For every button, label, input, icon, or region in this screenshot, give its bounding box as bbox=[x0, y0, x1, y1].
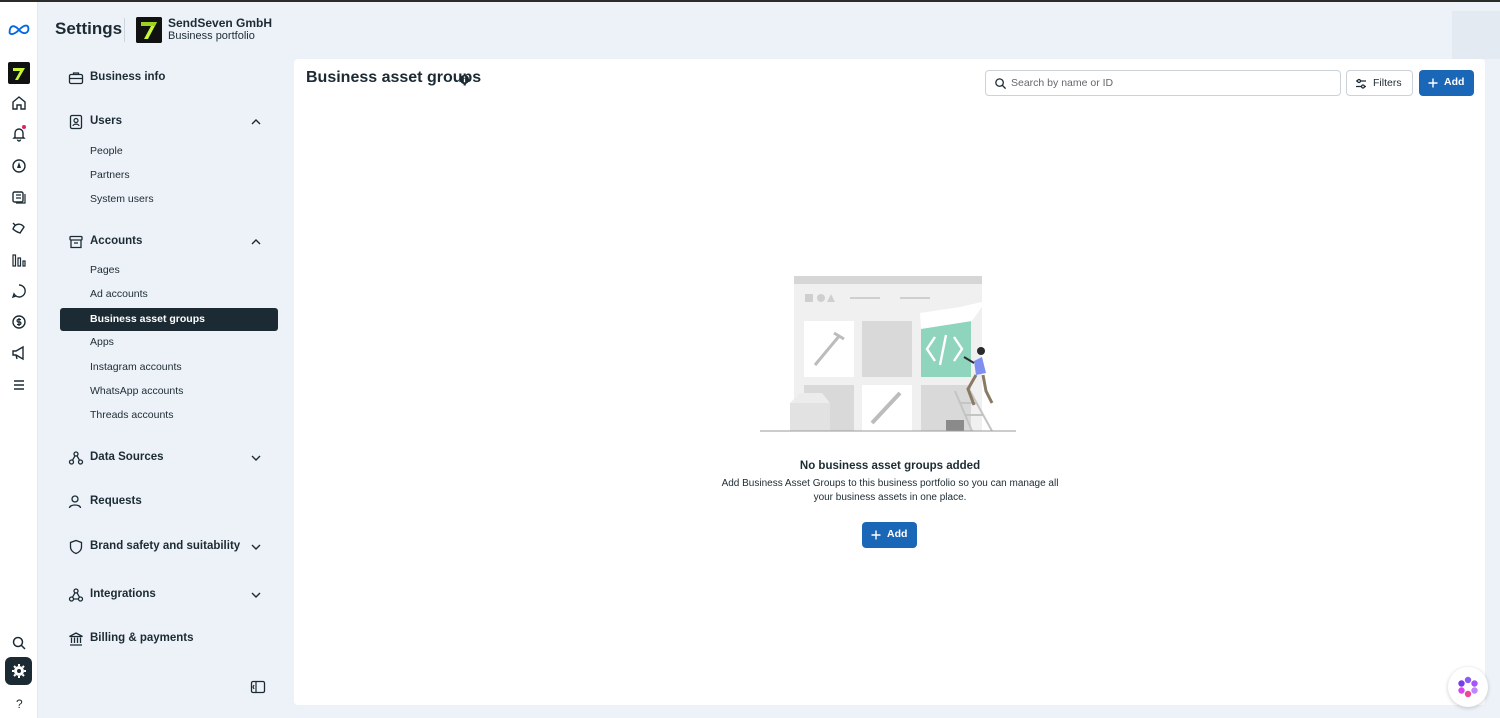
nav-item-label: Apps bbox=[90, 336, 114, 348]
settings-icon[interactable] bbox=[5, 657, 32, 685]
nav-item-label: WhatsApp accounts bbox=[90, 385, 184, 397]
pages-icon[interactable] bbox=[6, 184, 32, 210]
nav-item-ad-accounts[interactable]: Ad accounts bbox=[60, 283, 278, 306]
nav-item-instagram-accounts[interactable]: Instagram accounts bbox=[60, 356, 278, 379]
business-subtitle: Business portfolio bbox=[168, 30, 255, 42]
nav-data-sources[interactable]: Data Sources bbox=[60, 444, 278, 472]
nav-item-label: Threads accounts bbox=[90, 409, 174, 421]
notification-dot bbox=[22, 125, 26, 129]
search-field[interactable] bbox=[985, 70, 1341, 96]
add-label: Add bbox=[887, 528, 908, 540]
business-name[interactable]: SendSeven GmbH bbox=[168, 16, 272, 30]
nav-billing[interactable]: Billing & payments bbox=[60, 625, 278, 653]
nav-label: Billing & payments bbox=[90, 632, 194, 644]
billing-icon[interactable] bbox=[6, 309, 32, 335]
nav-label: Integrations bbox=[90, 588, 156, 600]
empty-state-description: Add Business Asset Groups to this busine… bbox=[721, 478, 1059, 503]
chevron-up-icon bbox=[251, 239, 261, 245]
assistant-button[interactable] bbox=[1448, 667, 1488, 707]
nav-item-people[interactable]: People bbox=[60, 140, 278, 163]
empty-state-illustration bbox=[760, 276, 1016, 432]
nav-item-label: Instagram accounts bbox=[90, 361, 182, 373]
meta-logo-icon[interactable] bbox=[5, 16, 33, 42]
top-border bbox=[0, 0, 1500, 2]
megaphone-icon[interactable] bbox=[6, 340, 32, 366]
menu-icon[interactable] bbox=[6, 372, 32, 398]
search-icon bbox=[995, 78, 1007, 90]
chevron-down-icon bbox=[251, 544, 261, 550]
nav-item-system-users[interactable]: System users bbox=[60, 188, 278, 211]
nav-accounts[interactable]: Accounts bbox=[60, 228, 278, 256]
bank-icon bbox=[69, 632, 83, 646]
nav-item-whatsapp-accounts[interactable]: WhatsApp accounts bbox=[60, 380, 278, 403]
nav-item-threads-accounts[interactable]: Threads accounts bbox=[60, 404, 278, 427]
nav-users[interactable]: Users bbox=[60, 108, 278, 136]
nav-item-label: Pages bbox=[90, 264, 120, 276]
nav-label: Business info bbox=[90, 71, 166, 83]
archive-icon bbox=[69, 235, 83, 249]
chevron-down-icon bbox=[251, 455, 261, 461]
nav-item-business-asset-groups[interactable]: Business asset groups bbox=[60, 308, 278, 331]
insights-icon[interactable] bbox=[6, 247, 32, 273]
bell-icon[interactable] bbox=[6, 121, 32, 147]
integrations-icon bbox=[68, 588, 84, 602]
nav-item-partners[interactable]: Partners bbox=[60, 164, 278, 187]
business-avatar[interactable] bbox=[6, 60, 32, 86]
header-divider bbox=[124, 18, 125, 42]
home-icon[interactable] bbox=[6, 90, 32, 116]
nav-label: Accounts bbox=[90, 235, 143, 247]
empty-state-title: No business asset groups added bbox=[799, 460, 981, 472]
briefcase-icon bbox=[68, 72, 84, 85]
plus-icon bbox=[1428, 78, 1438, 88]
nav-brand-safety[interactable]: Brand safety and suitability bbox=[60, 533, 278, 561]
user-request-icon bbox=[68, 495, 82, 509]
nav-item-label: Ad accounts bbox=[90, 288, 148, 300]
nav-integrations[interactable]: Integrations bbox=[60, 581, 278, 609]
filters-label: Filters bbox=[1373, 77, 1402, 89]
nav-item-label: System users bbox=[90, 193, 154, 205]
svg-text:?: ? bbox=[16, 697, 23, 711]
nav-item-label: Partners bbox=[90, 169, 130, 181]
nav-item-label: People bbox=[90, 145, 123, 157]
empty-state-add-button[interactable]: Add bbox=[862, 522, 917, 548]
compass-icon[interactable] bbox=[6, 153, 32, 179]
info-icon[interactable] bbox=[459, 74, 470, 85]
user-badge-icon bbox=[69, 114, 83, 130]
nav-item-apps[interactable]: Apps bbox=[60, 331, 278, 354]
nav-label: Requests bbox=[90, 495, 142, 507]
chat-icon[interactable] bbox=[6, 278, 32, 304]
plus-icon bbox=[871, 530, 881, 540]
main-panel: Business asset groups Filters Add bbox=[294, 59, 1485, 705]
business-logo[interactable] bbox=[136, 17, 162, 43]
collapse-sidebar-icon[interactable] bbox=[250, 679, 266, 695]
assistant-flower-icon bbox=[1458, 676, 1478, 698]
help-icon[interactable]: ? bbox=[6, 690, 32, 716]
filters-button[interactable]: Filters bbox=[1346, 70, 1413, 96]
global-nav-rail: ? bbox=[0, 2, 38, 718]
nav-business-info[interactable]: Business info bbox=[60, 64, 278, 92]
nav-item-pages[interactable]: Pages bbox=[60, 259, 278, 282]
nav-label: Data Sources bbox=[90, 451, 164, 463]
nav-item-label: Business asset groups bbox=[90, 313, 205, 325]
nav-requests[interactable]: Requests bbox=[60, 488, 278, 516]
add-button[interactable]: Add bbox=[1419, 70, 1474, 96]
search-icon[interactable] bbox=[6, 630, 32, 656]
page-title: Settings bbox=[55, 19, 123, 38]
shield-icon bbox=[69, 539, 83, 555]
chevron-down-icon bbox=[251, 592, 261, 598]
section-title: Business asset groups bbox=[306, 69, 482, 86]
nav-label: Brand safety and suitability bbox=[90, 540, 241, 552]
nav-label: Users bbox=[90, 115, 122, 127]
add-label: Add bbox=[1444, 76, 1465, 88]
chevron-up-icon bbox=[251, 119, 261, 125]
data-sources-icon bbox=[68, 451, 84, 465]
search-input[interactable] bbox=[1011, 74, 1331, 92]
filters-icon bbox=[1356, 78, 1366, 89]
profile-avatar[interactable] bbox=[1452, 11, 1500, 59]
tag-icon[interactable] bbox=[6, 215, 32, 241]
